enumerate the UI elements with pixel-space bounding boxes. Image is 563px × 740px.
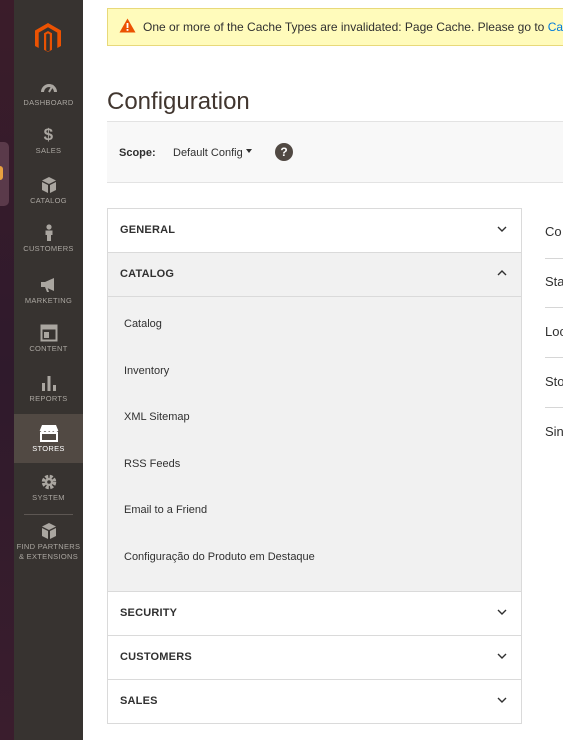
scope-dropdown[interactable]: Default Config: [173, 147, 243, 159]
section-divider: [545, 307, 563, 308]
page-title: Configuration: [107, 88, 250, 116]
sidebar-item-label: CATALOG: [30, 196, 67, 205]
sidebar-item-label: SALES: [35, 146, 62, 155]
section-divider: [545, 258, 563, 259]
section-divider: [545, 357, 563, 358]
caret-down-icon[interactable]: [246, 149, 252, 153]
tab-label: GENERAL: [120, 224, 176, 236]
config-section-heading[interactable]: Sto: [545, 374, 563, 389]
tab-catalog-items: Catalog Inventory XML Sitemap RSS Feeds …: [108, 297, 521, 592]
sidebar-item-reports[interactable]: REPORTS: [14, 374, 83, 410]
tab-item-xml-sitemap[interactable]: XML Sitemap: [108, 394, 521, 441]
desktop-background: [0, 0, 14, 740]
sidebar-divider: [24, 514, 73, 515]
config-tabs: GENERAL CATALOG Catalog Inventory XML Si…: [107, 208, 522, 724]
sidebar-item-label: DASHBOARD: [23, 98, 74, 107]
admin-sidebar: DASHBOARD $ SALES CATALOG CUSTOMERS MARK…: [14, 0, 83, 740]
tab-label: SALES: [120, 694, 158, 707]
config-section-heading[interactable]: Sin: [545, 424, 563, 439]
tab-label: SECURITY: [120, 606, 178, 619]
sidebar-item-label: FIND PARTNERS: [16, 542, 81, 551]
tab-item-featured-product-config[interactable]: Configuração do Produto em Destaque: [108, 534, 521, 581]
sidebar-item-catalog[interactable]: CATALOG: [14, 176, 83, 212]
warning-icon: [119, 18, 136, 33]
sidebar-item-marketing[interactable]: MARKETING: [14, 276, 83, 312]
layout-icon: [40, 324, 57, 342]
tab-security[interactable]: SECURITY: [108, 591, 521, 636]
sidebar-item-sales[interactable]: $ SALES: [14, 126, 83, 162]
tab-item-email-to-a-friend[interactable]: Email to a Friend: [108, 487, 521, 534]
chevron-down-icon: [497, 226, 507, 232]
cache-invalidated-notice: One or more of the Cache Types are inval…: [107, 8, 563, 46]
tab-item-rss-feeds[interactable]: RSS Feeds: [108, 441, 521, 488]
config-section-heading[interactable]: Loc: [545, 324, 563, 339]
sidebar-item-content[interactable]: CONTENT: [14, 324, 83, 360]
desktop-dock-indicator: [0, 166, 3, 180]
tab-sales[interactable]: SALES: [108, 679, 521, 724]
sidebar-item-label: MARKETING: [24, 296, 73, 305]
storefront-icon: [39, 425, 58, 442]
bar-chart-icon: [41, 376, 56, 391]
gear-icon: [41, 474, 56, 490]
megaphone-icon: [40, 278, 54, 292]
config-section-heading[interactable]: Sta: [545, 274, 563, 289]
sidebar-item-label: CUSTOMERS: [23, 244, 74, 253]
scope-switcher-bar: Scope: Default Config ?: [107, 121, 563, 183]
dollar-icon: $: [43, 125, 54, 144]
sidebar-item-label: CONTENT: [29, 344, 68, 353]
magento-logo-icon[interactable]: [33, 22, 63, 54]
person-icon: [45, 224, 52, 241]
config-section-heading[interactable]: Co: [545, 224, 562, 239]
section-divider: [545, 407, 563, 408]
sidebar-item-label: SYSTEM: [32, 493, 65, 502]
scope-label: Scope:: [119, 147, 156, 159]
chevron-down-icon: [497, 697, 507, 703]
tab-label: CUSTOMERS: [120, 650, 192, 663]
tab-item-catalog[interactable]: Catalog: [108, 301, 521, 348]
sidebar-item-stores[interactable]: STORES: [14, 414, 83, 463]
sidebar-item-customers[interactable]: CUSTOMERS: [14, 224, 83, 260]
chevron-up-icon: [497, 270, 507, 276]
box-icon: [41, 177, 56, 193]
tab-customers[interactable]: CUSTOMERS: [108, 635, 521, 680]
help-icon[interactable]: ?: [275, 143, 293, 161]
sidebar-item-label-2: & EXTENSIONS: [18, 552, 79, 561]
tab-general[interactable]: GENERAL: [108, 209, 521, 253]
tab-label: CATALOG: [120, 268, 175, 280]
chevron-down-icon: [497, 609, 507, 615]
sidebar-item-label: REPORTS: [29, 394, 68, 403]
sidebar-item-system[interactable]: SYSTEM: [14, 473, 83, 509]
sidebar-item-dashboard[interactable]: DASHBOARD: [14, 78, 83, 114]
dashboard-icon: [40, 84, 57, 93]
notice-text: One or more of the Cache Types are inval…: [143, 20, 545, 34]
tab-catalog[interactable]: CATALOG: [108, 253, 521, 297]
chevron-down-icon: [497, 653, 507, 659]
cache-management-link[interactable]: Cache: [548, 20, 563, 34]
sidebar-item-find-partners[interactable]: FIND PARTNERS & EXTENSIONS: [14, 522, 83, 566]
tab-item-inventory[interactable]: Inventory: [108, 348, 521, 395]
sidebar-item-label: STORES: [32, 444, 65, 453]
cubes-icon: [41, 523, 56, 539]
